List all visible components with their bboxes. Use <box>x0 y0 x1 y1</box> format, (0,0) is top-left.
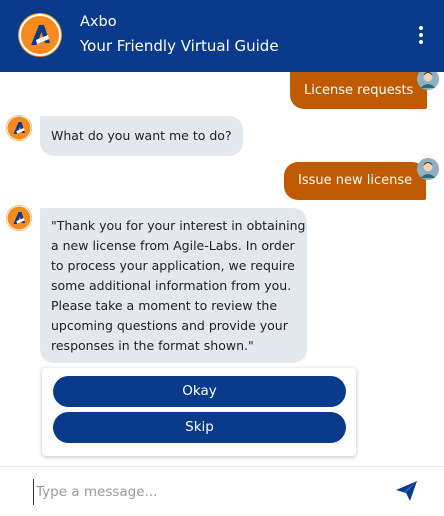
bot-message-line: Please take a moment to review the <box>51 298 278 313</box>
bot-message-line: some additional information from you. <box>51 278 292 293</box>
user-avatar <box>417 72 439 90</box>
bot-message: "Thank you for your interest in obtainin… <box>40 208 307 363</box>
bot-message-line: "Thank you for your interest in obtainin… <box>51 218 306 233</box>
message-list[interactable]: License requests What do you want me to … <box>0 72 444 465</box>
bot-message-line: upcoming questions and provide your <box>51 318 288 333</box>
message-composer <box>0 466 444 516</box>
bot-tagline: Your Friendly Virtual Guide <box>80 37 279 55</box>
user-avatar <box>417 158 439 180</box>
bot-message-line: responses in the format shown." <box>51 338 254 353</box>
message-input[interactable] <box>33 479 373 505</box>
bot-message: What do you want me to do? <box>40 116 243 156</box>
bot-message-line: a new license from Agile-Labs. In order <box>51 238 295 253</box>
axbo-logo <box>18 13 62 57</box>
quick-reply-card: Okay Skip <box>42 368 356 456</box>
more-options-icon[interactable] <box>418 26 424 46</box>
okay-button[interactable]: Okay <box>53 376 346 407</box>
bot-name: Axbo <box>80 14 117 30</box>
skip-button[interactable]: Skip <box>53 412 346 443</box>
user-message: Issue new license <box>284 162 427 200</box>
user-message: License requests <box>290 72 428 109</box>
send-icon[interactable] <box>394 479 420 503</box>
bot-message-line: to process your application, we require <box>51 258 295 273</box>
bot-avatar <box>6 205 32 231</box>
chat-header: Axbo Your Friendly Virtual Guide <box>0 0 444 72</box>
bot-avatar <box>6 115 32 141</box>
